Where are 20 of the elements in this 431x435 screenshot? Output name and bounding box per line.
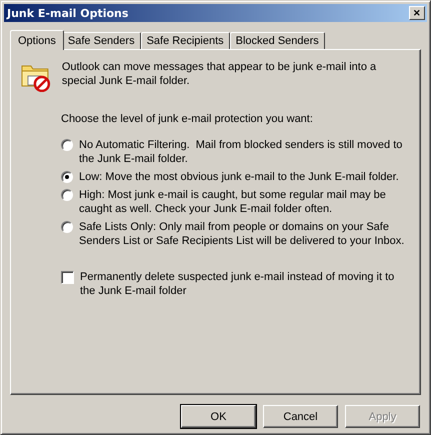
option-label: High: Most junk e-mail is caught, but some regular mail may be caught as well. Check your Junk E-mail folder often. (79, 188, 387, 216)
tab[interactable]: Options (10, 30, 64, 50)
prompt-text: Choose the level of junk e-mail protection you want: (61, 112, 314, 126)
close-button[interactable]: ✕ (409, 6, 425, 20)
window-title: Junk E-mail Options (7, 6, 128, 20)
radio-button[interactable] (61, 171, 73, 183)
checkbox[interactable] (61, 271, 74, 284)
radio-button[interactable] (61, 189, 73, 201)
dialog-button[interactable]: OK (181, 405, 256, 428)
option-label: Safe Lists Only: Only mail from people or domains on your Safe Senders List or Safe Recipients List will be delivered to your Inbox. (79, 220, 406, 248)
option-label: No Automatic Filtering. Mail from blocked senders is still moved to the Junk E-mail folder. (79, 138, 404, 166)
dialog-button[interactable]: Cancel (263, 405, 338, 428)
radio-button[interactable] (61, 139, 73, 151)
option-label: Low: Move the most obvious junk e-mail to the Junk E-mail folder. (79, 170, 400, 184)
tab[interactable]: Blocked Senders (230, 32, 325, 49)
tab[interactable]: Safe Senders (62, 32, 141, 49)
radio-button[interactable] (61, 221, 73, 233)
intro-text: Outlook can move messages that appear to be junk e-mail into a special Junk E-mail folder. (62, 60, 378, 88)
checkbox-label: Permanently delete suspected junk e-mail instead of moving it to the Junk E-mail folder (80, 270, 396, 298)
tab[interactable]: Safe Recipients (140, 32, 230, 49)
